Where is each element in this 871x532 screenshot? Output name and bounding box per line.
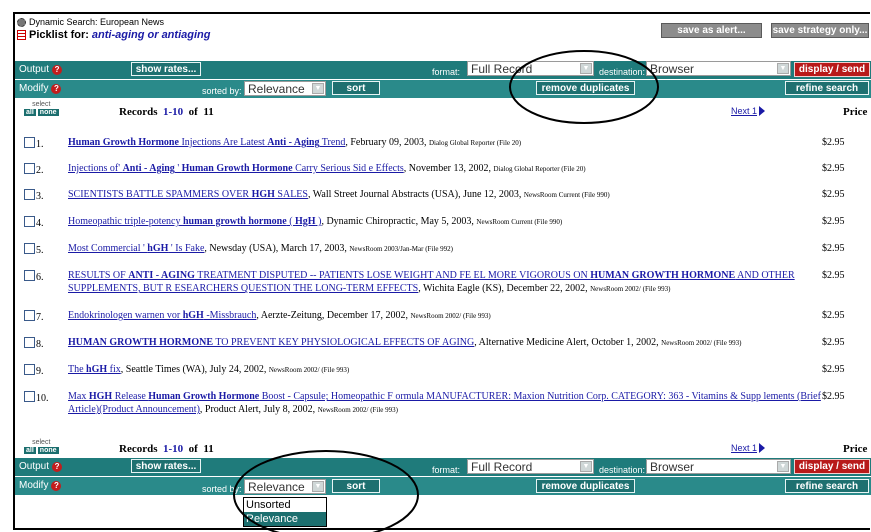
annotation-ellipse	[233, 450, 419, 532]
annotation-overlay	[233, 50, 659, 532]
annotation-ellipse	[509, 50, 659, 124]
